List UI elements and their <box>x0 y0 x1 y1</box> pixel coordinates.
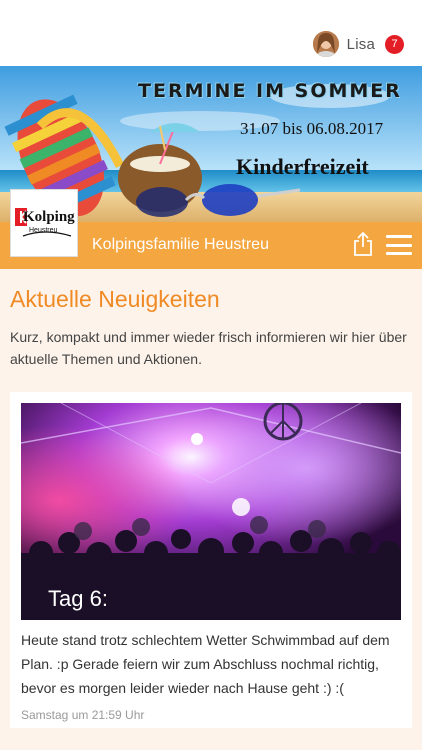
news-text: Heute stand trotz schlechtem Wetter Schw… <box>21 632 390 696</box>
top-bar: Lisa 7 <box>0 0 422 66</box>
avatar[interactable] <box>312 31 339 57</box>
hamburger-menu-icon[interactable] <box>386 235 412 255</box>
club-logo[interactable]: Kolping Heustreu <box>10 189 78 257</box>
news-image[interactable]: Tag 6: <box>21 403 401 620</box>
banner-title: TERMINE IM SOMMER <box>138 80 402 102</box>
logo-subtext: Heustreu <box>29 227 58 234</box>
news-image-caption: Tag 6: <box>48 586 108 611</box>
avatar-image <box>312 31 339 57</box>
banner-subtitle: Kinderfreizeit <box>236 154 369 179</box>
intro-text: Kurz, kompakt und immer wieder frisch in… <box>10 329 407 367</box>
news-card[interactable]: Tag 6: Heute stand trotz schlechtem Wett… <box>10 392 412 728</box>
section-title: Aktuelle Neuigkeiten <box>10 286 220 312</box>
share-icon[interactable] <box>352 231 374 257</box>
user-name[interactable]: Lisa <box>347 36 375 53</box>
news-timestamp: Samstag um 21:59 Uhr <box>21 708 145 722</box>
logo-mark: Kolping Heustreu <box>15 206 75 240</box>
notification-badge[interactable]: 7 <box>385 34 404 54</box>
logo-text: Kolping <box>23 209 75 225</box>
banner-dates: 31.07 bis 06.08.2017 <box>240 119 384 138</box>
user-menu[interactable]: Lisa 7 <box>312 30 404 58</box>
club-name[interactable]: Kolpingsfamilie Heustreu <box>92 236 269 254</box>
